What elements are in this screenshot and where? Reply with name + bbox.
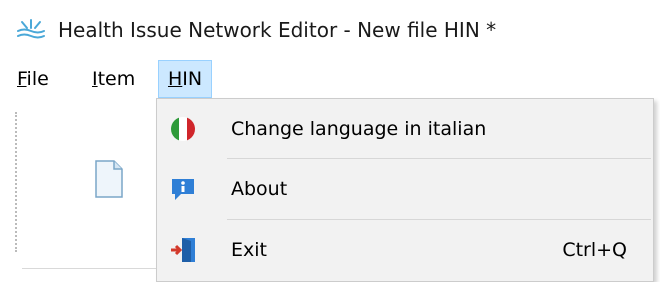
menu-file-accel: F (17, 68, 27, 90)
menu-bar: File Item HIN (0, 60, 660, 100)
menu-separator (227, 158, 651, 159)
menu-hin-label: IN (182, 68, 203, 90)
menu-file-label: ile (26, 68, 49, 90)
menu-item[interactable]: Item (83, 60, 144, 98)
menu-hin-accel: H (168, 68, 183, 90)
italian-flag-icon (171, 117, 195, 141)
menu-item-label: tem (97, 68, 136, 90)
window-title: Health Issue Network Editor - New file H… (58, 18, 497, 42)
exit-door-icon (171, 238, 195, 262)
hin-dropdown-menu: Change language in italian About Exit Ct… (156, 98, 654, 282)
menu-hin[interactable]: HIN (158, 60, 213, 98)
change-language-label: Change language in italian (231, 118, 487, 140)
title-bar: Health Issue Network Editor - New file H… (0, 0, 660, 60)
exit-label: Exit (231, 239, 267, 261)
about-label: About (231, 178, 288, 200)
new-document-icon[interactable] (94, 160, 124, 198)
info-icon (172, 179, 194, 200)
toolbar-grip[interactable] (15, 112, 20, 252)
menu-file[interactable]: File (8, 60, 58, 98)
exit-shortcut: Ctrl+Q (562, 239, 627, 261)
menu-item-about[interactable]: About (157, 161, 653, 217)
menu-item-change-language[interactable]: Change language in italian (157, 101, 653, 157)
menu-separator (227, 219, 651, 220)
app-logo-icon (17, 19, 45, 39)
menu-item-exit[interactable]: Exit Ctrl+Q (157, 222, 653, 278)
